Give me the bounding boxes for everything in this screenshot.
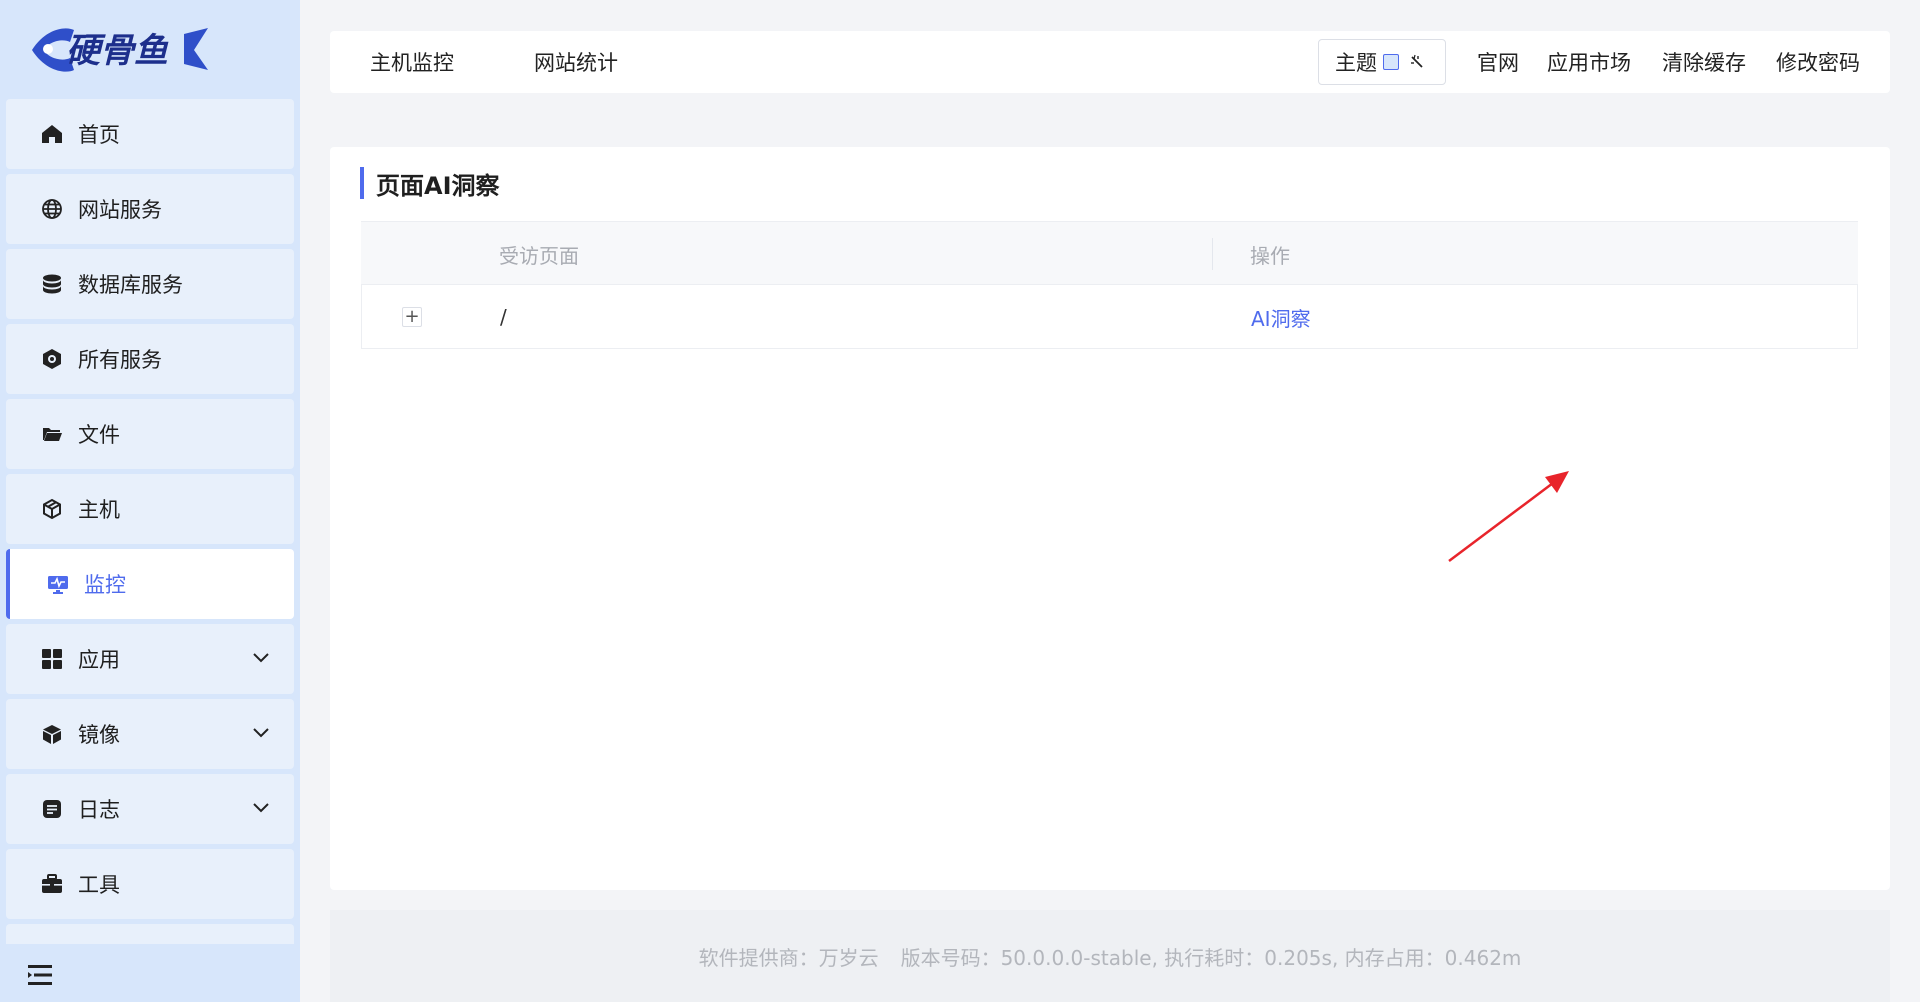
sidebar: 硬骨鱼 首页 网站服务 数据库服务 所有服务 文件 主机 监控 应用 镜像 日志… bbox=[0, 0, 300, 1002]
hexagon-services-icon bbox=[40, 347, 64, 371]
sidebar-item-partial bbox=[6, 924, 294, 944]
footer: 软件提供商：万岁云 版本号码：50.0.0.0-stable, 执行耗时：0.2… bbox=[330, 910, 1890, 1002]
sidebar-item-label: 主机 bbox=[78, 498, 120, 522]
sidebar-item-monitor[interactable]: 监控 bbox=[6, 549, 294, 619]
sidebar-item-label: 数据库服务 bbox=[78, 273, 183, 297]
sidebar-item-web-services[interactable]: 网站服务 bbox=[6, 174, 294, 244]
svg-text:硬骨鱼: 硬骨鱼 bbox=[66, 31, 169, 71]
page-title: 页面AI洞察 bbox=[360, 167, 500, 200]
table-row: + / AI洞察 bbox=[361, 285, 1858, 349]
menu-collapse-icon[interactable] bbox=[28, 964, 54, 986]
grid-apps-icon bbox=[40, 647, 64, 671]
sidebar-item-tools[interactable]: 工具 bbox=[6, 849, 294, 919]
column-divider bbox=[1212, 238, 1213, 270]
sidebar-item-label: 首页 bbox=[78, 123, 120, 147]
theme-label: 主题 bbox=[1335, 51, 1377, 75]
sidebar-item-label: 网站服务 bbox=[78, 198, 162, 222]
ai-insight-link[interactable]: AI洞察 bbox=[1251, 285, 1311, 349]
chevron-down-icon bbox=[253, 653, 269, 663]
footer-info: 版本号码：50.0.0.0-stable, 执行耗时：0.205s, 内存占用：… bbox=[900, 945, 1522, 970]
footer-provider: 软件提供商：万岁云 bbox=[698, 945, 879, 970]
theme-switcher[interactable]: 主题 bbox=[1318, 39, 1446, 85]
sidebar-item-label: 日志 bbox=[78, 798, 120, 822]
link-official-site[interactable]: 官网 bbox=[1477, 31, 1519, 93]
box-image-icon bbox=[40, 722, 64, 746]
sidebar-item-images[interactable]: 镜像 bbox=[6, 699, 294, 769]
sidebar-item-database-services[interactable]: 数据库服务 bbox=[6, 249, 294, 319]
sidebar-item-label: 工具 bbox=[78, 873, 120, 897]
top-bar: 主机监控 网站统计 主题 官网 应用市场 清除缓存 修改密码 bbox=[330, 31, 1890, 93]
toolbox-icon bbox=[40, 872, 64, 896]
sidebar-item-all-services[interactable]: 所有服务 bbox=[6, 324, 294, 394]
sidebar-item-apps[interactable]: 应用 bbox=[6, 624, 294, 694]
expand-row-button[interactable]: + bbox=[402, 307, 422, 327]
theme-color-swatch[interactable] bbox=[1383, 54, 1399, 70]
sidebar-item-files[interactable]: 文件 bbox=[6, 399, 294, 469]
sidebar-item-label: 应用 bbox=[78, 648, 120, 672]
main-card: 页面AI洞察 受访页面 操作 + / AI洞察 bbox=[330, 147, 1890, 890]
link-app-market[interactable]: 应用市场 bbox=[1547, 31, 1631, 93]
page-insight-table: 受访页面 操作 + / AI洞察 bbox=[361, 221, 1858, 349]
monitor-icon bbox=[46, 572, 70, 596]
sidebar-item-label: 监控 bbox=[84, 573, 126, 597]
sidebar-item-host[interactable]: 主机 bbox=[6, 474, 294, 544]
app-logo[interactable]: 硬骨鱼 bbox=[26, 20, 212, 76]
sidebar-item-home[interactable]: 首页 bbox=[6, 99, 294, 169]
chevron-down-icon bbox=[253, 728, 269, 738]
table-header: 受访页面 操作 bbox=[361, 221, 1858, 285]
annotation-arrow bbox=[1448, 471, 1569, 562]
sidebar-item-label: 镜像 bbox=[78, 723, 120, 747]
link-clear-cache[interactable]: 清除缓存 bbox=[1662, 31, 1746, 93]
sidebar-item-label: 文件 bbox=[78, 423, 120, 447]
database-icon bbox=[40, 272, 64, 296]
globe-icon bbox=[40, 197, 64, 221]
cell-visited-page: / bbox=[500, 305, 507, 329]
tab-host-monitor[interactable]: 主机监控 bbox=[370, 31, 454, 93]
cube-host-icon bbox=[40, 497, 64, 521]
chevron-down-icon bbox=[253, 803, 269, 813]
column-header-page: 受访页面 bbox=[499, 243, 579, 268]
link-change-password[interactable]: 修改密码 bbox=[1776, 31, 1860, 93]
sidebar-item-label: 所有服务 bbox=[78, 348, 162, 372]
sidebar-menu: 首页 网站服务 数据库服务 所有服务 文件 主机 监控 应用 镜像 日志 工具 bbox=[6, 99, 294, 944]
magic-wand-icon[interactable] bbox=[1409, 54, 1425, 70]
folder-icon bbox=[40, 422, 64, 446]
column-header-action: 操作 bbox=[1250, 243, 1290, 268]
home-icon bbox=[40, 122, 64, 146]
tab-site-stats[interactable]: 网站统计 bbox=[534, 31, 618, 93]
sidebar-item-logs[interactable]: 日志 bbox=[6, 774, 294, 844]
log-icon bbox=[40, 797, 64, 821]
